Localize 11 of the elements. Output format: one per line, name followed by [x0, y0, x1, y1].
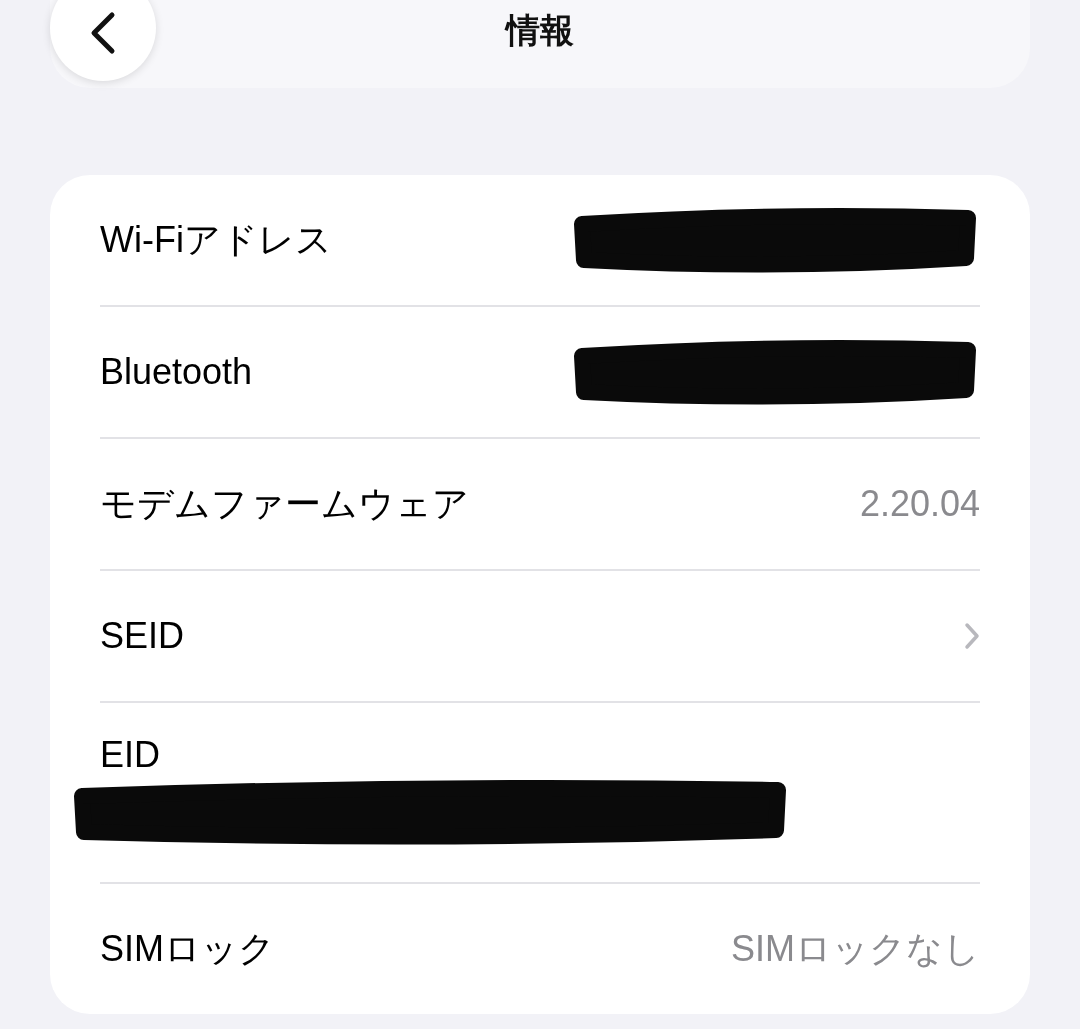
row-value: SIMロックなし — [731, 926, 980, 971]
row-label: SEID — [100, 615, 185, 657]
seid-row[interactable]: SEID — [100, 571, 980, 703]
row-value: 2.20.04 — [859, 483, 980, 525]
row-label: Bluetooth — [100, 351, 253, 393]
row-label: Wi-Fiアドレス — [100, 217, 332, 262]
row-label: EID — [100, 733, 161, 776]
page-title: 情報 — [506, 10, 574, 51]
row-label: モデムファームウェア — [100, 481, 469, 526]
row-label: SIMロック — [100, 926, 275, 971]
chevron-icon — [964, 622, 980, 650]
